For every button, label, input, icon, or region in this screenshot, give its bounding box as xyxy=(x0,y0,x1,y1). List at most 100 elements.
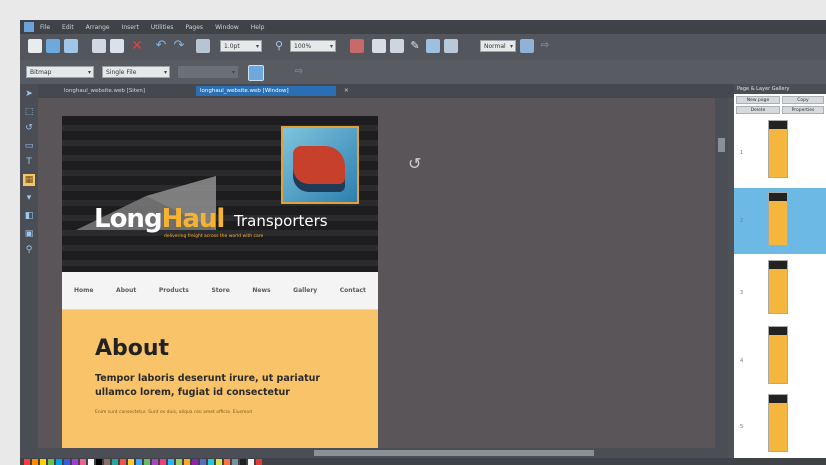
menu-insert[interactable]: Insert xyxy=(122,24,139,31)
page-properties-button[interactable]: Properties xyxy=(782,106,824,114)
color-swatch[interactable] xyxy=(24,458,30,465)
color-swatch[interactable] xyxy=(248,458,254,465)
apply-icon[interactable]: ⇨ xyxy=(292,65,306,79)
open-folder-icon[interactable] xyxy=(46,39,60,53)
color-swatch[interactable] xyxy=(80,458,86,465)
export-format-select[interactable]: Bitmap xyxy=(26,66,94,79)
new-document-icon[interactable] xyxy=(28,39,42,53)
color-swatch[interactable] xyxy=(208,458,214,465)
color-swatch[interactable] xyxy=(232,458,238,465)
color-picker-icon[interactable] xyxy=(248,65,264,81)
grid-icon[interactable] xyxy=(350,39,364,53)
nav-about[interactable]: About xyxy=(116,287,136,294)
new-page-button[interactable]: New page xyxy=(736,96,780,104)
delete-page-button[interactable]: Delete xyxy=(736,106,780,114)
ship-photo[interactable] xyxy=(281,126,359,204)
color-swatch[interactable] xyxy=(72,458,78,465)
save-icon[interactable] xyxy=(64,39,78,53)
text-tool-icon[interactable]: T xyxy=(23,156,35,168)
horizontal-scroll-thumb[interactable] xyxy=(314,450,594,456)
pen-icon[interactable]: ✎ xyxy=(408,39,422,53)
nav-news[interactable]: News xyxy=(252,287,270,294)
menu-help[interactable]: Help xyxy=(251,24,265,31)
node-tool-icon[interactable]: ⬚ xyxy=(23,106,35,118)
menu-pages[interactable]: Pages xyxy=(185,24,203,31)
color-swatch[interactable] xyxy=(200,458,206,465)
color-swatch[interactable] xyxy=(152,458,158,465)
close-icon[interactable]: ✕ xyxy=(340,86,350,96)
rectangle-tool-icon[interactable]: ▭ xyxy=(23,140,35,152)
freehand-tool-icon[interactable]: ↺ xyxy=(23,122,35,134)
menu-utilities[interactable]: Utilities xyxy=(151,24,174,31)
color-swatch[interactable] xyxy=(32,458,38,465)
menu-window[interactable]: Window xyxy=(215,24,239,31)
search-icon[interactable] xyxy=(444,39,458,53)
tab-document-2[interactable]: longhaul_website.web [Window] xyxy=(196,86,336,96)
color-swatch[interactable] xyxy=(144,458,150,465)
canvas-area[interactable]: LongHaul Transporters delivering freight… xyxy=(38,98,728,448)
logo-long: Long xyxy=(94,204,163,234)
copy-page-button[interactable]: Copy xyxy=(782,96,824,104)
nav-contact[interactable]: Contact xyxy=(340,287,366,294)
page-thumbnail-5[interactable] xyxy=(768,394,788,452)
page-thumbnail-4[interactable] xyxy=(768,326,788,384)
color-swatch[interactable] xyxy=(240,458,246,465)
color-swatch[interactable] xyxy=(168,458,174,465)
preview-icon[interactable] xyxy=(426,39,440,53)
color-swatch[interactable] xyxy=(104,458,110,465)
color-swatch[interactable] xyxy=(224,458,230,465)
color-swatch[interactable] xyxy=(120,458,126,465)
redo-icon[interactable]: ↷ xyxy=(172,39,186,53)
vertical-scrollbar[interactable] xyxy=(715,98,728,448)
nav-store[interactable]: Store xyxy=(211,287,229,294)
export-mode-select[interactable]: Single File xyxy=(102,66,170,79)
tab-document-1[interactable]: longhaul_website.web [Siten] xyxy=(60,86,180,96)
arrow-right-icon[interactable]: ⇨ xyxy=(538,39,552,53)
color-swatch[interactable] xyxy=(56,458,62,465)
zoom-icon[interactable]: ⚲ xyxy=(272,39,286,53)
menu-arrange[interactable]: Arrange xyxy=(86,24,110,31)
page-copy-icon[interactable] xyxy=(390,39,404,53)
color-swatch[interactable] xyxy=(136,458,142,465)
color-swatch[interactable] xyxy=(96,458,102,465)
color-swatch[interactable] xyxy=(184,458,190,465)
nav-home[interactable]: Home xyxy=(74,287,93,294)
menu-file[interactable]: File xyxy=(40,24,50,31)
zoom-tool-icon[interactable]: ⚲ xyxy=(23,244,35,256)
shadow-tool-icon[interactable]: ▣ xyxy=(23,228,35,240)
color-swatch[interactable] xyxy=(176,458,182,465)
color-swatch[interactable] xyxy=(256,458,262,465)
vertical-scroll-thumb[interactable] xyxy=(718,138,725,152)
fill-tool-icon[interactable]: ▾ xyxy=(23,192,35,204)
page-thumbnail-3[interactable] xyxy=(768,260,788,314)
page-thumbnail-2[interactable] xyxy=(768,192,788,246)
transparency-tool-icon[interactable]: ◧ xyxy=(23,210,35,222)
color-swatch[interactable] xyxy=(64,458,70,465)
transform-icon[interactable] xyxy=(196,39,210,53)
nav-products[interactable]: Products xyxy=(159,287,189,294)
line-width-select[interactable]: 1.0pt xyxy=(220,40,262,53)
undo-icon[interactable]: ↶ xyxy=(154,39,168,53)
copy-icon[interactable] xyxy=(92,39,106,53)
color-swatch[interactable] xyxy=(216,458,222,465)
color-swatch[interactable] xyxy=(88,458,94,465)
page-icon[interactable] xyxy=(372,39,386,53)
nav-gallery[interactable]: Gallery xyxy=(293,287,317,294)
color-swatch[interactable] xyxy=(112,458,118,465)
color-swatch[interactable] xyxy=(192,458,198,465)
delete-icon[interactable]: ✕ xyxy=(130,39,144,53)
zoom-select[interactable]: 100% xyxy=(290,40,336,53)
color-swatch[interactable] xyxy=(40,458,46,465)
color-swatch[interactable] xyxy=(160,458,166,465)
paste-icon[interactable] xyxy=(110,39,124,53)
page-thumbnail-1[interactable] xyxy=(768,120,788,178)
color-swatch[interactable] xyxy=(128,458,134,465)
rotate-handle-icon[interactable]: ↺ xyxy=(408,154,421,173)
color-swatch[interactable] xyxy=(48,458,54,465)
menu-edit[interactable]: Edit xyxy=(62,24,74,31)
horizontal-scrollbar[interactable] xyxy=(38,448,728,458)
view-mode-select[interactable]: Normal xyxy=(480,40,516,53)
view-settings-icon[interactable] xyxy=(520,39,534,53)
photo-tool-icon[interactable]: ▦ xyxy=(23,174,35,186)
selector-tool-icon[interactable]: ➤ xyxy=(23,88,35,100)
